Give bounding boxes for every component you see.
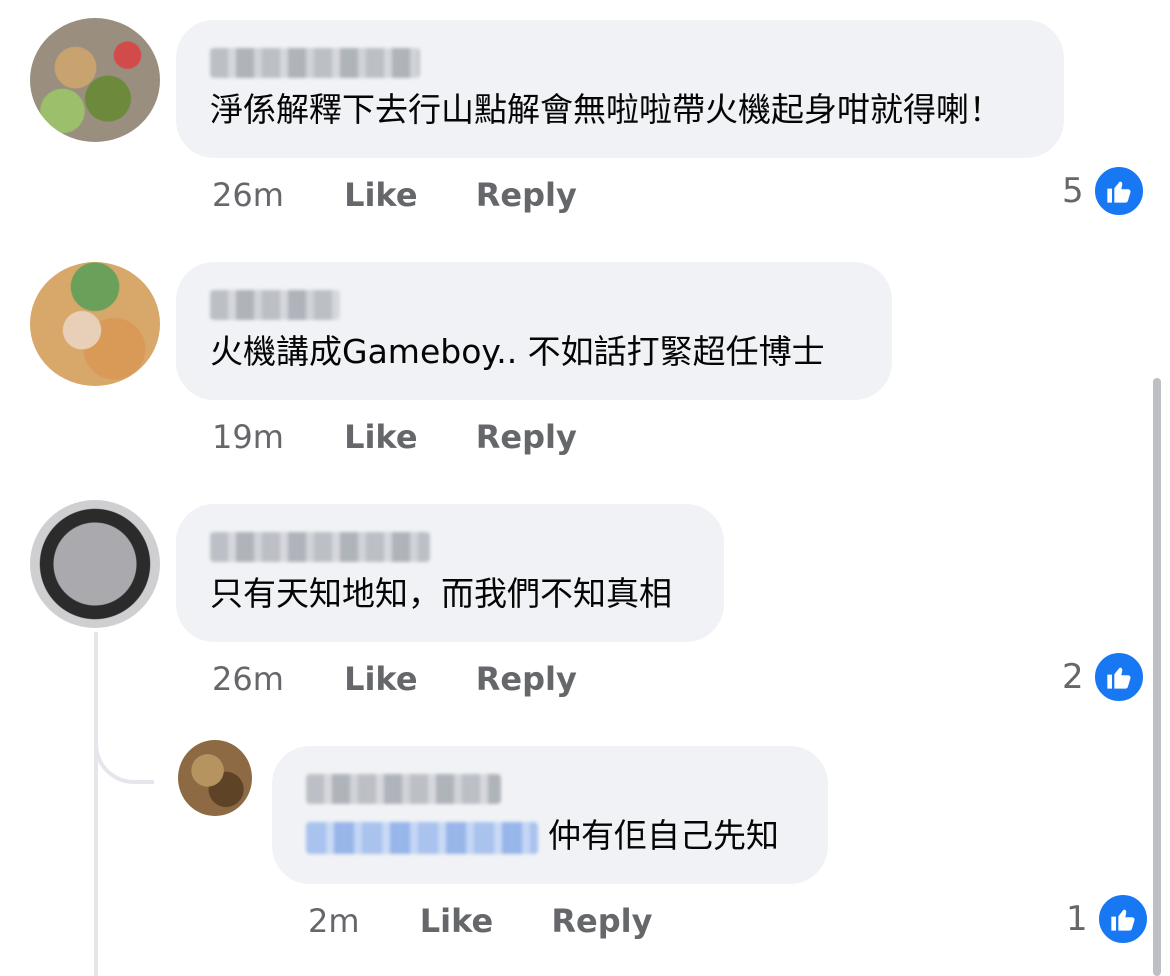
comment-time[interactable]: 26m	[212, 176, 284, 214]
like-link[interactable]: Like	[420, 902, 493, 940]
comment-meta: 19m Like Reply	[212, 418, 577, 456]
reply-link[interactable]: Reply	[476, 418, 577, 456]
reply-link[interactable]: Reply	[476, 660, 577, 698]
reaction-summary[interactable]: 1	[1066, 892, 1150, 946]
reply-text: 仲有佢自己先知	[548, 816, 779, 855]
comment-time[interactable]: 26m	[212, 660, 284, 698]
comment-thread: 淨係解釋下去行山點解會無啦啦帶火機起身咁就得喇！ 26m Like Reply …	[0, 0, 1170, 976]
comment-bubble: 只有天知地知，而我們不知真相	[176, 504, 724, 642]
comment-bubble: 火機講成Gameboy.. 不如話打緊超任博士	[176, 262, 892, 400]
thumbs-up-icon	[1091, 650, 1146, 704]
thumbs-up-icon	[1091, 164, 1146, 218]
comment-meta: 26m Like Reply	[212, 660, 577, 698]
comment-text: 仲有佢自己先知	[306, 812, 779, 860]
comment-text: 只有天知地知，而我們不知真相	[210, 574, 672, 613]
thumbs-up-icon	[1095, 892, 1150, 946]
commenter-name-redacted[interactable]	[210, 48, 420, 78]
like-link[interactable]: Like	[344, 660, 417, 698]
like-link[interactable]: Like	[344, 418, 417, 456]
comment-text: 火機講成Gameboy.. 不如話打緊超任博士	[210, 332, 825, 371]
commenter-name-redacted[interactable]	[210, 532, 430, 562]
commenter-name-redacted[interactable]	[210, 290, 340, 320]
scrollbar[interactable]	[1153, 378, 1161, 976]
reaction-count: 2	[1062, 657, 1084, 697]
comment-time[interactable]: 19m	[212, 418, 284, 456]
like-link[interactable]: Like	[344, 176, 417, 214]
avatar[interactable]	[30, 262, 160, 386]
reply-bubble: 仲有佢自己先知	[272, 746, 828, 884]
comment-meta: 26m Like Reply	[212, 176, 577, 214]
reaction-summary[interactable]: 2	[1062, 650, 1146, 704]
comment-time[interactable]: 2m	[308, 902, 360, 940]
thread-connector	[94, 700, 154, 784]
reaction-count: 1	[1066, 899, 1088, 939]
comment-text: 淨係解釋下去行山點解會無啦啦帶火機起身咁就得喇！	[210, 90, 1002, 129]
avatar[interactable]	[178, 740, 252, 816]
avatar[interactable]	[30, 18, 160, 142]
mention-redacted[interactable]	[306, 821, 538, 854]
commenter-name-redacted[interactable]	[306, 774, 501, 804]
comment-meta: 2m Like Reply	[308, 902, 652, 940]
reaction-count: 5	[1062, 171, 1084, 211]
reply-link[interactable]: Reply	[551, 902, 652, 940]
thread-line	[94, 632, 98, 976]
reply-link[interactable]: Reply	[476, 176, 577, 214]
reaction-summary[interactable]: 5	[1062, 164, 1146, 218]
comment-bubble: 淨係解釋下去行山點解會無啦啦帶火機起身咁就得喇！	[176, 20, 1064, 158]
avatar[interactable]	[30, 500, 160, 628]
